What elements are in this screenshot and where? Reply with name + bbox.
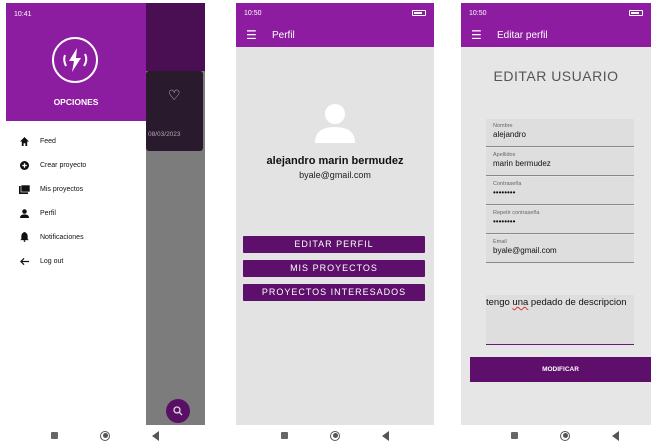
back-nav-icon[interactable] <box>612 430 619 441</box>
password-field[interactable]: Contraseña •••••••• <box>486 177 634 205</box>
repeat-password-field[interactable]: Repetir contraseña •••••••• <box>486 206 634 234</box>
avatar-icon <box>315 104 355 143</box>
field-value: •••••••• <box>493 188 516 197</box>
field-label: Repetir contraseña <box>493 210 540 216</box>
app-logo <box>52 37 98 83</box>
field-value: marin bermudez <box>493 159 551 168</box>
menu-icon[interactable]: ☰ <box>246 28 258 42</box>
menu-item-label: Feed <box>40 137 56 145</box>
folders-icon <box>18 184 30 194</box>
menu-item-label: Perfil <box>40 209 56 217</box>
description-text-end: pedado de descripcion <box>528 297 627 308</box>
profile-name: alejandro marin bermudez <box>266 155 404 167</box>
menu-item-log-out[interactable]: Log out <box>6 249 146 273</box>
field-value: byale@gmail.com <box>493 246 557 255</box>
menu-item-perfil[interactable]: Perfil <box>6 201 146 225</box>
lightning-logo-icon <box>63 48 88 72</box>
edit-profile-button[interactable]: EDITAR PERFIL <box>243 236 425 253</box>
menu-item-mis-proyectos[interactable]: Mis proyectos <box>6 177 146 201</box>
appbar-title: Editar perfil <box>497 29 548 41</box>
nombre-field[interactable]: Nombre alejandro <box>486 119 634 147</box>
field-value: •••••••• <box>493 217 516 226</box>
battery-icon <box>629 10 643 16</box>
add-circle-icon <box>18 160 30 170</box>
my-projects-button[interactable]: MIS PROYECTOS <box>243 260 425 277</box>
field-label: Contraseña <box>493 181 522 187</box>
recent-apps-icon[interactable] <box>51 432 58 439</box>
system-nav-bar <box>490 425 640 446</box>
field-label: Apellidos <box>493 152 516 158</box>
search-icon <box>173 406 183 416</box>
system-nav-bar <box>260 425 410 446</box>
field-label: Nombre <box>493 123 513 129</box>
misspelled-word: una <box>512 297 529 308</box>
menu-item-label: Mis proyectos <box>40 185 84 193</box>
menu-item-feed[interactable]: Feed <box>6 129 146 153</box>
app-bar: 10:50 ☰ Editar perfil <box>461 3 651 47</box>
description-textarea[interactable]: tengo una pedado de descripcion <box>486 295 634 345</box>
person-icon <box>18 208 30 218</box>
interested-projects-button[interactable]: PROYECTOS INTERESADOS <box>243 284 425 301</box>
status-bar: 10:50 <box>236 3 434 23</box>
page-title: EDITAR USUARIO <box>493 68 619 84</box>
screen-drawer: ♡ 08/03/2023 10:41 OPCIONES Feed Crear p… <box>6 3 205 425</box>
status-bar: 10:41 <box>6 3 146 25</box>
profile-email: byale@gmail.com <box>299 170 371 180</box>
status-time: 10:50 <box>244 9 262 17</box>
home-icon <box>18 136 30 146</box>
screen-editar-perfil: 10:50 ☰ Editar perfil EDITAR USUARIO Nom… <box>461 3 651 425</box>
back-nav-icon[interactable] <box>152 430 159 441</box>
apellidos-field[interactable]: Apellidos marin bermudez <box>486 148 634 176</box>
menu-item-notificaciones[interactable]: Notificaciones <box>6 225 146 249</box>
search-fab-button[interactable] <box>166 399 190 423</box>
background-project-card[interactable] <box>146 71 203 151</box>
back-nav-icon[interactable] <box>382 430 389 441</box>
description-text-start: tengo <box>486 297 513 308</box>
system-nav-bar <box>30 425 180 446</box>
status-bar: 10:50 <box>461 3 651 23</box>
field-value: alejandro <box>493 130 526 139</box>
menu-item-label: Log out <box>40 257 64 265</box>
home-nav-icon[interactable] <box>100 430 110 441</box>
recent-apps-icon[interactable] <box>281 432 288 439</box>
field-label: Email <box>493 239 507 245</box>
bell-icon <box>18 232 30 242</box>
status-time: 10:41 <box>14 10 32 18</box>
appbar-title: Perfil <box>272 29 295 41</box>
heart-icon[interactable]: ♡ <box>168 87 181 104</box>
status-time: 10:50 <box>469 9 487 17</box>
menu-item-label: Notificaciones <box>40 233 84 241</box>
battery-icon <box>412 10 426 16</box>
drawer-header: 10:41 OPCIONES <box>6 3 146 121</box>
email-field[interactable]: Email byale@gmail.com <box>486 235 634 263</box>
menu-item-label: Crear proyecto <box>40 161 87 169</box>
app-bar: 10:50 ☰ Perfil <box>236 3 434 47</box>
status-icons <box>412 10 426 16</box>
screen-perfil: 10:50 ☰ Perfil alejandro marin bermudez … <box>236 3 434 425</box>
recent-apps-icon[interactable] <box>511 432 518 439</box>
navigation-drawer: 10:41 OPCIONES Feed Crear proyecto Mis p… <box>6 3 146 425</box>
home-nav-icon[interactable] <box>330 430 340 441</box>
card-date: 08/03/2023 <box>148 131 181 138</box>
menu-icon[interactable]: ☰ <box>471 28 483 42</box>
arrow-left-icon <box>18 257 30 266</box>
home-nav-icon[interactable] <box>560 430 570 441</box>
drawer-menu: Feed Crear proyecto Mis proyectos Perfil <box>6 129 146 273</box>
status-icons <box>629 10 643 16</box>
modificar-button[interactable]: MODIFICAR <box>470 357 651 382</box>
drawer-title: OPCIONES <box>53 97 99 107</box>
menu-item-crear-proyecto[interactable]: Crear proyecto <box>6 153 146 177</box>
